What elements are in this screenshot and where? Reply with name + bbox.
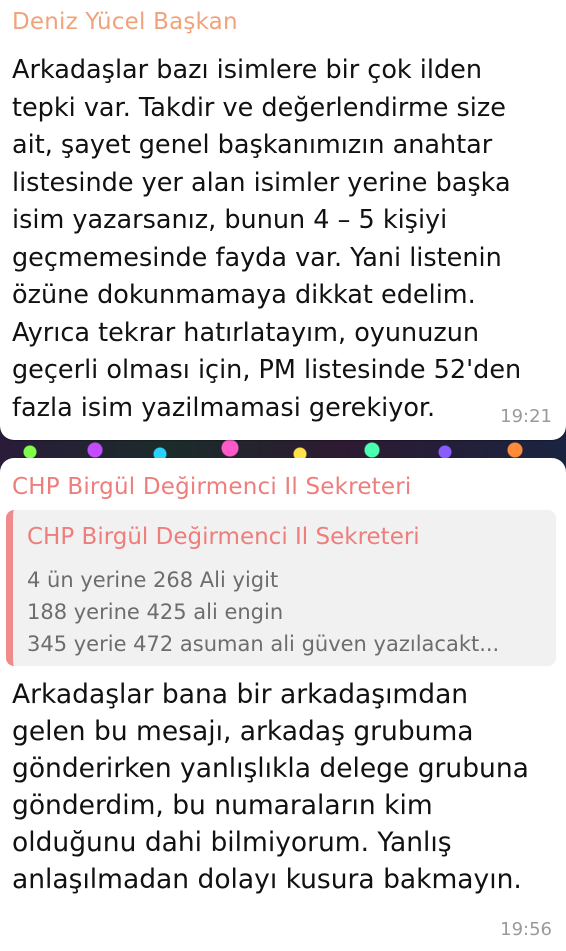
quoted-line: 345 yerie 472 asuman ali güven yazılacak… [27, 632, 500, 656]
message-text: Arkadaşlar bazı isimlere bir çok ilden t… [12, 55, 522, 423]
quoted-line: 188 yerine 425 ali engin [27, 600, 284, 624]
quoted-message[interactable]: CHP Birgül Değirmenci Il Sekreteri 4 ün … [6, 510, 556, 666]
message-bubble[interactable]: Deniz Yücel Başkan Arkadaşlar bazı isiml… [0, 0, 566, 440]
quoted-sender-name: CHP Birgül Değirmenci Il Sekreteri [27, 524, 420, 550]
quoted-line: 4 ün yerine 268 Ali yigit [27, 568, 279, 592]
quoted-message-text: 4 ün yerine 268 Ali yigit 188 yerine 425… [27, 564, 546, 660]
message-text: Arkadaşlar bana bir arkadaşımdan gelen b… [12, 679, 529, 895]
message-sender-name[interactable]: CHP Birgül Değirmenci Il Sekreteri [12, 474, 412, 500]
message-timestamp: 19:21 [500, 406, 552, 427]
message-sender-name[interactable]: Deniz Yücel Başkan [12, 9, 238, 35]
message-bubble-reply[interactable]: CHP Birgül Değirmenci Il Sekreteri CHP B… [0, 458, 566, 951]
message-timestamp: 19:56 [500, 919, 552, 940]
